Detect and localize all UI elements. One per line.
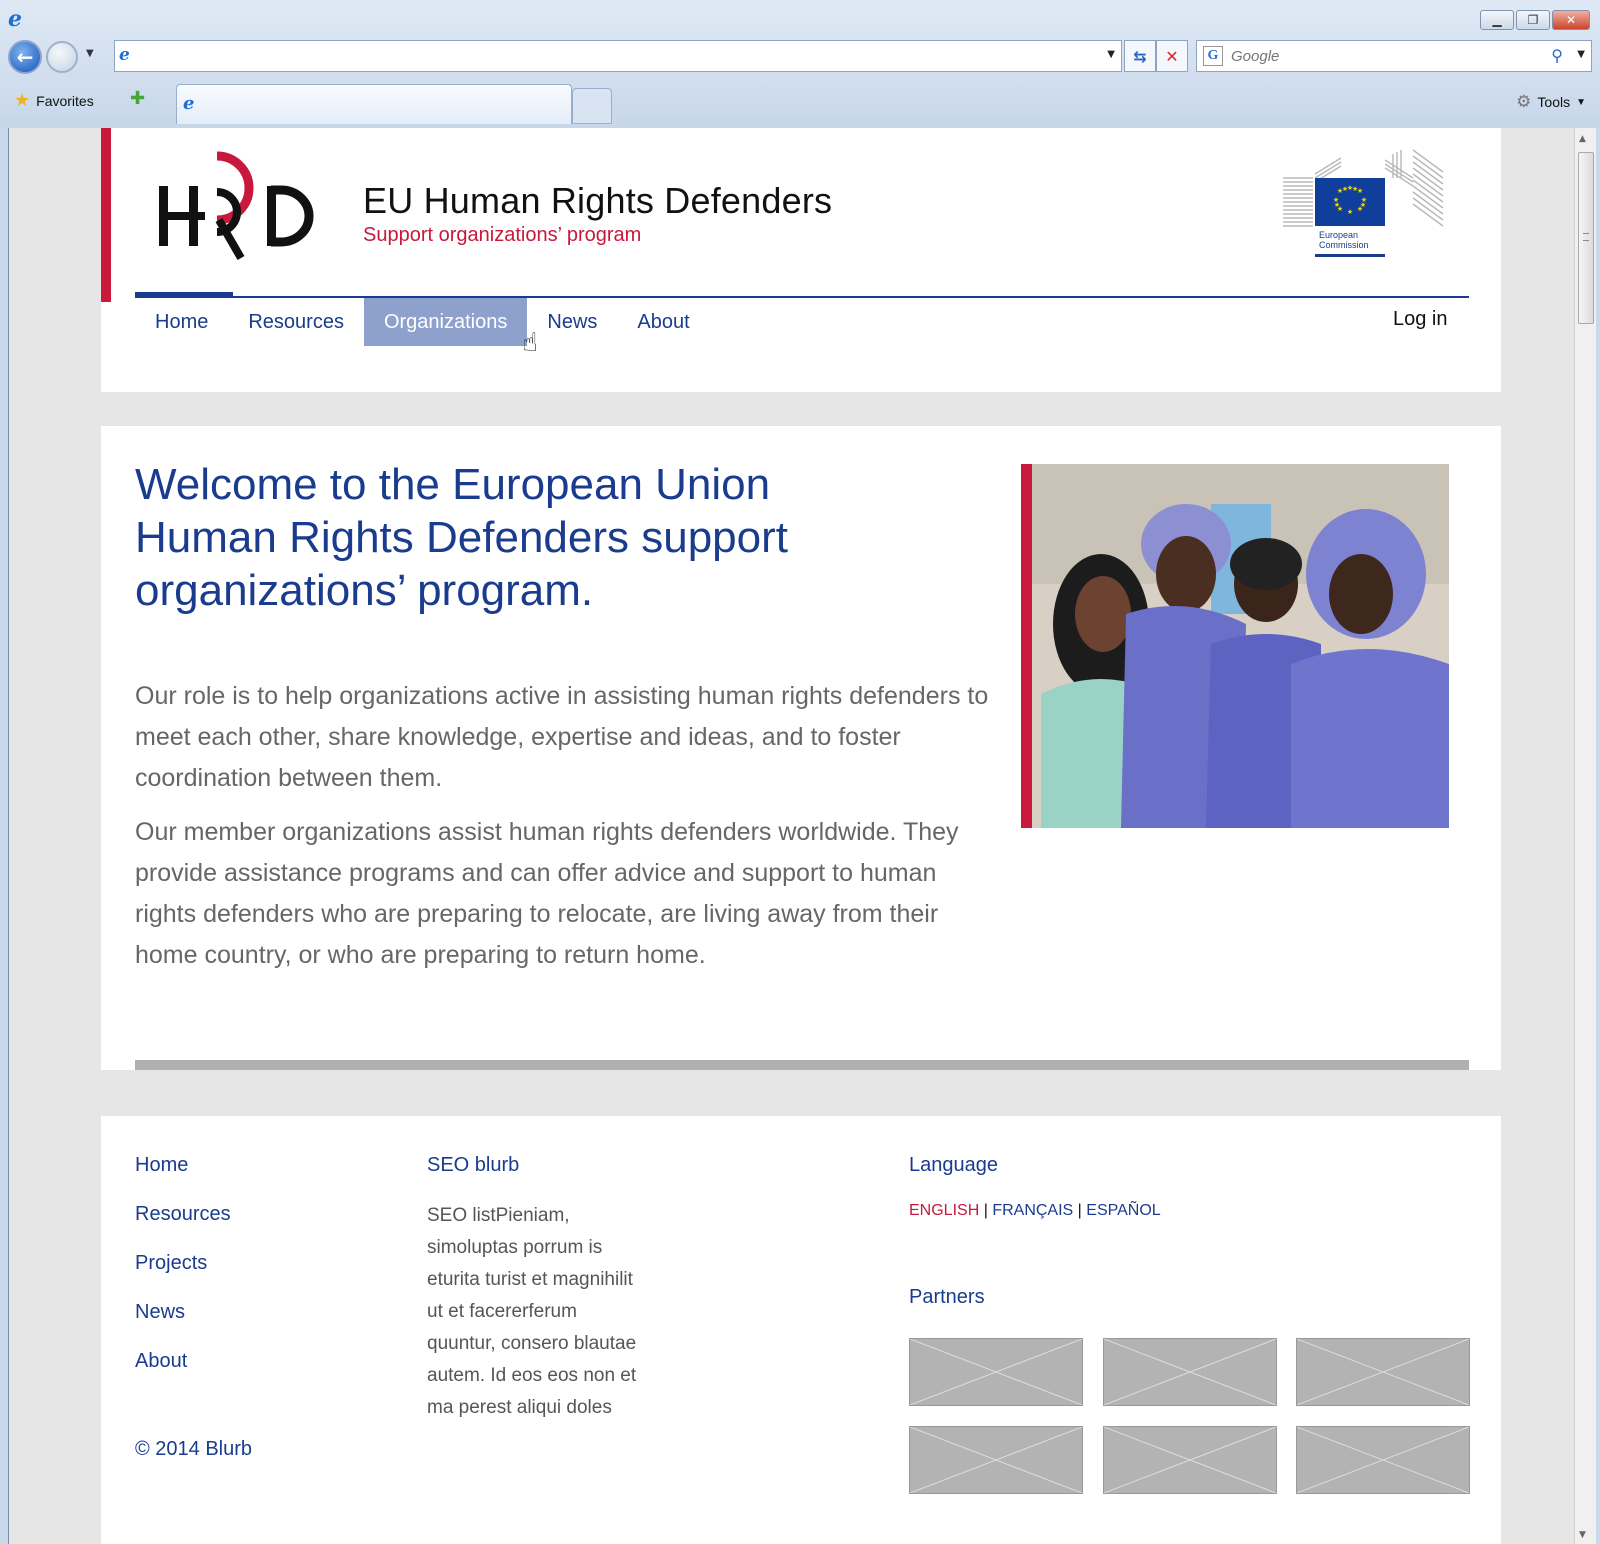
footer-link-news[interactable]: News — [135, 1301, 231, 1350]
favorites-label: Favorites — [36, 92, 94, 109]
refresh-icon[interactable]: ⇆ — [1124, 40, 1156, 72]
back-arrow-icon[interactable]: ← — [8, 40, 42, 74]
partners-heading: Partners — [909, 1286, 985, 1308]
nav-item-news[interactable]: News — [527, 298, 617, 346]
brand-accent-bar — [101, 128, 111, 302]
intro-paragraph-2: Our member organizations assist human ri… — [135, 818, 959, 969]
minimize-icon[interactable]: ▁ — [1480, 10, 1514, 30]
partner-logo-placeholder[interactable] — [1103, 1426, 1277, 1494]
language-separator: | — [983, 1202, 988, 1219]
partner-logo-placeholder[interactable] — [1296, 1338, 1470, 1406]
footer-link-about[interactable]: About — [135, 1350, 231, 1399]
welcome-heading: Welcome to the European Union Human Righ… — [135, 460, 788, 615]
european-commission-logo: ★ ★★ ★★★ ★★ ★ ★★★ European Commission — [1283, 149, 1444, 257]
stop-icon[interactable]: ✕ — [1156, 40, 1188, 72]
address-dropdown-icon[interactable]: ▼ — [1107, 49, 1115, 60]
seo-text: SEO listPieniam, simoluptas porrum is et… — [427, 1205, 637, 1418]
ie-logo-icon: e — [8, 6, 22, 32]
search-dropdown-icon[interactable]: ▼ — [1577, 49, 1585, 60]
language-separator: | — [1077, 1202, 1082, 1219]
page-favicon-icon: e — [119, 45, 130, 65]
footer-link-resources[interactable]: Resources — [135, 1203, 231, 1252]
partner-logo-placeholder[interactable] — [909, 1426, 1083, 1494]
close-icon[interactable]: ✕ — [1552, 10, 1590, 30]
main-content: Welcome to the European Union Human Righ… — [101, 426, 1501, 1070]
page-viewport: EU Human Rights Defenders Support organi… — [8, 128, 1574, 1544]
ec-label-line2: Commission — [1319, 240, 1369, 250]
copyright: © 2014 Blurb — [135, 1438, 253, 1460]
language-heading: Language — [909, 1154, 998, 1176]
tools-menu[interactable]: ⚙ Tools ▼ — [1516, 92, 1586, 112]
add-favorite-icon[interactable]: ✚ — [130, 88, 145, 109]
favorites-button[interactable]: ★ Favorites — [14, 90, 94, 111]
title-bar: e ▁ ❐ ✕ — [0, 0, 1600, 38]
google-logo-icon: G — [1203, 46, 1223, 66]
svg-text:★: ★ — [1352, 185, 1358, 193]
scroll-up-icon[interactable]: ▲ — [1579, 134, 1586, 144]
seo-heading: SEO blurb — [427, 1154, 520, 1176]
vertical-scrollbar[interactable]: ▲ ▼ — [1574, 128, 1596, 1544]
restore-icon[interactable]: ❐ — [1516, 10, 1550, 30]
login-link[interactable]: Log in — [1393, 308, 1448, 331]
language-english[interactable]: ENGLISH — [909, 1202, 979, 1219]
search-icon[interactable]: ⚲ — [1551, 46, 1563, 65]
site-footer: Home Resources Projects News About © 201… — [101, 1116, 1501, 1544]
footer-link-projects[interactable]: Projects — [135, 1252, 231, 1301]
hero-photo — [1021, 464, 1449, 828]
partner-logo-placeholder[interactable] — [1103, 1338, 1277, 1406]
tab-favicon-icon: e — [183, 93, 195, 114]
site-header: EU Human Rights Defenders Support organi… — [101, 128, 1501, 392]
ec-label-line1: European — [1319, 230, 1358, 240]
svg-text:★: ★ — [1342, 185, 1348, 193]
window-controls: ▁ ❐ ✕ — [1480, 10, 1590, 30]
svg-text:★: ★ — [1360, 201, 1366, 209]
tools-label: Tools — [1537, 94, 1571, 110]
hand-cursor-icon: ☝ — [522, 328, 538, 358]
favorites-bar: ★ Favorites ✚ e ⚙ Tools ▼ — [0, 80, 1600, 126]
scroll-down-icon[interactable]: ▼ — [1579, 1530, 1586, 1540]
search-input[interactable] — [1231, 41, 1531, 71]
intro-paragraph-1: Our role is to help organizations active… — [135, 682, 989, 792]
footer-navigation: Home Resources Projects News About — [135, 1154, 231, 1399]
scrollbar-thumb[interactable] — [1578, 152, 1594, 324]
new-tab-button[interactable] — [572, 88, 612, 124]
site-subtitle: Support organizations’ program — [363, 224, 642, 246]
site-title: EU Human Rights Defenders — [363, 180, 833, 221]
nav-item-resources[interactable]: Resources — [228, 298, 364, 346]
browser-chrome: e ▁ ❐ ✕ ← ▼ e ▼ ⇆ ✕ G ⚲ ▼ ★ Favorites ✚ … — [0, 0, 1600, 128]
language-french[interactable]: FRANÇAIS — [992, 1202, 1073, 1219]
star-icon: ★ — [14, 90, 31, 110]
history-dropdown-icon[interactable]: ▼ — [86, 48, 94, 59]
svg-text:★: ★ — [1347, 208, 1353, 216]
partner-logo-placeholder[interactable] — [1296, 1426, 1470, 1494]
chevron-down-icon: ▼ — [1576, 96, 1586, 108]
content-divider — [135, 1060, 1469, 1070]
navigation-bar: ← ▼ e ▼ ⇆ ✕ G ⚲ ▼ — [0, 38, 1600, 78]
search-box[interactable]: G ⚲ ▼ — [1196, 40, 1592, 72]
forward-arrow-icon[interactable] — [46, 41, 78, 73]
language-spanish[interactable]: ESPAÑOL — [1086, 1202, 1160, 1219]
language-selector: ENGLISH | FRANÇAIS | ESPAÑOL — [909, 1202, 1161, 1220]
footer-link-home[interactable]: Home — [135, 1154, 231, 1203]
gear-icon: ⚙ — [1516, 92, 1532, 111]
hrd-logo — [159, 151, 314, 261]
nav-item-about[interactable]: About — [617, 298, 709, 346]
browser-tab[interactable]: e — [176, 84, 572, 124]
photo-accent-bar — [1021, 464, 1032, 828]
partner-logo-placeholder[interactable] — [909, 1338, 1083, 1406]
nav-item-organizations[interactable]: Organizations — [363, 298, 528, 346]
nav-item-home[interactable]: Home — [135, 298, 228, 346]
main-navigation: Home Resources Organizations News About — [135, 298, 710, 346]
address-bar[interactable]: e ▼ — [114, 40, 1122, 72]
svg-text:★: ★ — [1334, 201, 1340, 209]
